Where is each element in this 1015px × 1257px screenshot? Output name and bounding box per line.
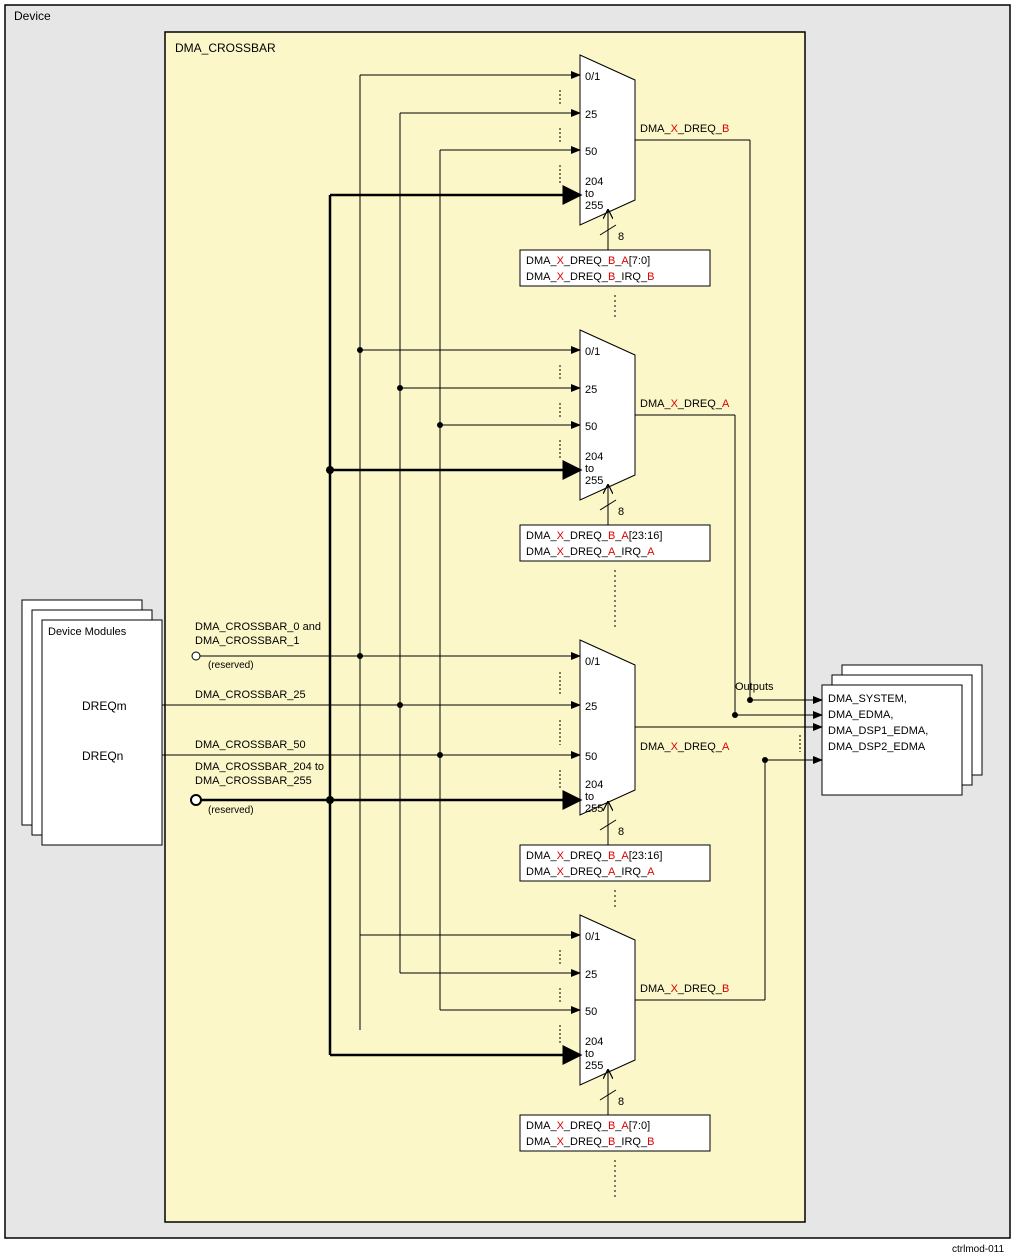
- device-label: Device: [14, 9, 51, 23]
- footer-id: ctrlmod-011: [952, 1244, 1004, 1255]
- svg-text:204: 204: [585, 1036, 603, 1048]
- mux-4: 0/1 25 50 204 to 255: [580, 915, 635, 1085]
- svg-text:255: 255: [585, 200, 603, 212]
- in-0-reserved: (reserved): [208, 660, 254, 671]
- outputs-line-1: DMA_EDMA,: [828, 709, 893, 721]
- outputs-panel: DMA_SYSTEM, DMA_EDMA, DMA_DSP1_EDMA, DMA…: [822, 665, 982, 795]
- svg-text:DMA_X_DREQ_B_A[7:0]: DMA_X_DREQ_B_A[7:0]: [526, 255, 650, 267]
- svg-text:DMA_X_DREQ_B_A[7:0]: DMA_X_DREQ_B_A[7:0]: [526, 1120, 650, 1132]
- svg-text:0/1: 0/1: [585, 931, 600, 943]
- svg-text:to: to: [585, 1048, 594, 1060]
- svg-text:DMA_X_DREQ_B_IRQ_B: DMA_X_DREQ_B_IRQ_B: [526, 271, 654, 283]
- device-modules-panel: Device Modules DREQm DREQn: [22, 600, 162, 845]
- in-0-label-a: DMA_CROSSBAR_0 and: [195, 621, 321, 633]
- svg-text:50: 50: [585, 751, 597, 763]
- svg-text:to: to: [585, 188, 594, 200]
- svg-text:25: 25: [585, 701, 597, 713]
- svg-text:DMA_X_DREQ_B_A[23:16]: DMA_X_DREQ_B_A[23:16]: [526, 850, 662, 862]
- device-modules-title: Device Modules: [48, 626, 127, 638]
- in-0-label-b: DMA_CROSSBAR_1: [195, 635, 300, 647]
- svg-text:50: 50: [585, 421, 597, 433]
- svg-text:50: 50: [585, 1006, 597, 1018]
- outputs-line-0: DMA_SYSTEM,: [828, 693, 907, 705]
- out3-label: DMA_X_DREQ_A: [640, 741, 730, 753]
- svg-text:50: 50: [585, 146, 597, 158]
- svg-text:8: 8: [618, 1096, 624, 1108]
- dreqn-label: DREQn: [82, 749, 123, 763]
- svg-text:0/1: 0/1: [585, 71, 600, 83]
- outputs-line-2: DMA_DSP1_EDMA,: [828, 725, 928, 737]
- svg-text:25: 25: [585, 109, 597, 121]
- svg-text:255: 255: [585, 803, 603, 815]
- svg-text:8: 8: [618, 826, 624, 838]
- svg-text:DMA_X_DREQ_B_A[23:16]: DMA_X_DREQ_B_A[23:16]: [526, 530, 662, 542]
- out4-label: DMA_X_DREQ_B: [640, 983, 729, 995]
- svg-text:DMA_X_DREQ_A_IRQ_A: DMA_X_DREQ_A_IRQ_A: [526, 866, 655, 878]
- svg-text:204: 204: [585, 779, 603, 791]
- in-204-reserved: (reserved): [208, 805, 254, 816]
- svg-text:204: 204: [585, 176, 603, 188]
- svg-text:25: 25: [585, 969, 597, 981]
- svg-text:8: 8: [618, 506, 624, 518]
- svg-text:DMA_X_DREQ_A_IRQ_A: DMA_X_DREQ_A_IRQ_A: [526, 546, 655, 558]
- svg-text:to: to: [585, 791, 594, 803]
- svg-text:25: 25: [585, 384, 597, 396]
- in-204-label-a: DMA_CROSSBAR_204 to: [195, 761, 324, 773]
- mux-3: 0/1 25 50 204 to 255: [580, 640, 635, 815]
- svg-text:255: 255: [585, 1060, 603, 1072]
- crossbar-label: DMA_CROSSBAR: [175, 41, 276, 55]
- in-50-label: DMA_CROSSBAR_50: [195, 739, 306, 751]
- dreqm-label: DREQm: [82, 699, 127, 713]
- svg-text:DMA_X_DREQ_B_IRQ_B: DMA_X_DREQ_B_IRQ_B: [526, 1136, 654, 1148]
- svg-text:0/1: 0/1: [585, 346, 600, 358]
- svg-text:0/1: 0/1: [585, 656, 600, 668]
- svg-text:8: 8: [618, 231, 624, 243]
- svg-text:204: 204: [585, 451, 603, 463]
- out2-label: DMA_X_DREQ_A: [640, 398, 730, 410]
- svg-text:255: 255: [585, 475, 603, 487]
- mux-1: 0/1 25 50 204 to 255: [580, 55, 635, 225]
- outputs-line-3: DMA_DSP2_EDMA: [828, 741, 926, 753]
- svg-text:to: to: [585, 463, 594, 475]
- in-25-label: DMA_CROSSBAR_25: [195, 689, 306, 701]
- diagram-root: Device DMA_CROSSBAR Device Modules DREQm…: [0, 0, 1015, 1257]
- mux-2: 0/1 25 50 204 to 255: [580, 330, 635, 500]
- in-204-label-b: DMA_CROSSBAR_255: [195, 775, 312, 787]
- out1-label: DMA_X_DREQ_B: [640, 123, 729, 135]
- outputs-label: Outputs: [735, 681, 774, 693]
